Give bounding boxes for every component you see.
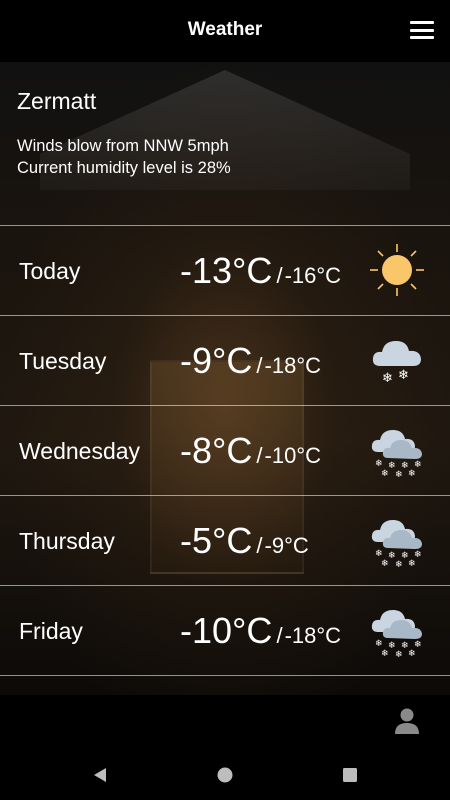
- temp-separator: /: [276, 623, 283, 648]
- forecast-day: Friday: [19, 618, 83, 644]
- forecast-temperature: -9°C / -18°C: [180, 340, 321, 382]
- sun-icon: [370, 244, 424, 296]
- forecast-row-tuesday[interactable]: Tuesday -9°C / -18°C ❄ ❄: [0, 315, 450, 405]
- forecast-row-today[interactable]: Today -13°C / -16°C: [0, 225, 450, 315]
- forecast-low: -9°C: [264, 533, 309, 558]
- svg-text:❄: ❄: [395, 470, 403, 478]
- svg-text:❄: ❄: [398, 368, 409, 383]
- forecast-high: -10°C: [180, 610, 273, 651]
- temp-separator: /: [256, 353, 263, 378]
- forecast-temperature: -8°C / -10°C: [180, 430, 321, 472]
- svg-text:❄: ❄: [381, 559, 389, 568]
- forecast-high: -13°C: [180, 250, 273, 291]
- forecast-row-thursday[interactable]: Thursday -5°C / -9°C ❄ ❄ ❄ ❄ ❄ ❄ ❄: [0, 495, 450, 585]
- forecast-temperature: -10°C / -18°C: [180, 610, 341, 652]
- forecast-day: Tuesday: [19, 348, 107, 374]
- svg-text:❄: ❄: [382, 371, 393, 386]
- forecast-temperature: -13°C / -16°C: [180, 250, 341, 292]
- svg-text:❄: ❄: [395, 560, 403, 568]
- heavy-snow-cloud-icon: ❄ ❄ ❄ ❄ ❄ ❄ ❄: [371, 610, 422, 658]
- svg-text:❄: ❄: [408, 649, 416, 658]
- svg-text:❄: ❄: [408, 559, 416, 568]
- svg-text:❄: ❄: [381, 649, 389, 658]
- forecast-row-wednesday[interactable]: Wednesday -8°C / -10°C ❄ ❄ ❄ ❄ ❄ ❄ ❄: [0, 405, 450, 495]
- humidity-text: Current humidity level is 28%: [17, 159, 231, 177]
- home-circle-icon[interactable]: [215, 765, 235, 785]
- forecast-day: Wednesday: [19, 438, 141, 464]
- forecast-low: -10°C: [264, 443, 322, 468]
- svg-text:❄: ❄: [408, 469, 416, 478]
- forecast-high: -8°C: [180, 430, 253, 471]
- heavy-snow-cloud-icon: ❄ ❄ ❄ ❄ ❄ ❄ ❄: [371, 520, 422, 568]
- heavy-snow-cloud-icon: ❄ ❄ ❄ ❄ ❄ ❄ ❄: [371, 430, 422, 478]
- snow-cloud-icon: ❄ ❄: [372, 341, 421, 386]
- wind-text: Winds blow from NNW 5mph: [17, 137, 229, 155]
- forecast-high: -5°C: [180, 520, 253, 561]
- back-triangle-icon[interactable]: [90, 765, 110, 785]
- temp-separator: /: [256, 443, 263, 468]
- forecast-day: Today: [19, 258, 81, 284]
- bottom-bar: [0, 695, 450, 750]
- svg-text:❄: ❄: [375, 549, 383, 559]
- android-navigation-bar: [0, 750, 450, 800]
- app-header: Weather: [0, 0, 450, 62]
- forecast-temperature: -5°C / -9°C: [180, 520, 309, 562]
- hamburger-menu-icon[interactable]: [410, 21, 434, 39]
- forecast-list: Today -13°C / -16°C Tuesday -9°C / -18°C: [0, 225, 450, 676]
- svg-text:❄: ❄: [375, 639, 383, 649]
- app-title: Weather: [187, 19, 263, 40]
- forecast-row-friday[interactable]: Friday -10°C / -18°C ❄ ❄ ❄ ❄ ❄ ❄ ❄: [0, 585, 450, 676]
- forecast-low: -18°C: [284, 623, 342, 648]
- forecast-day: Thursday: [19, 528, 115, 554]
- forecast-low: -16°C: [284, 263, 342, 288]
- svg-text:❄: ❄: [381, 469, 389, 478]
- temp-separator: /: [256, 533, 263, 558]
- svg-text:❄: ❄: [395, 650, 403, 658]
- recent-apps-square-icon[interactable]: [340, 765, 360, 785]
- forecast-low: -18°C: [264, 353, 322, 378]
- current-conditions: Zermatt Winds blow from NNW 5mph Current…: [17, 88, 231, 179]
- temp-separator: /: [276, 263, 283, 288]
- city-name: Zermatt: [17, 88, 97, 114]
- user-profile-icon[interactable]: [394, 707, 420, 735]
- svg-text:❄: ❄: [375, 459, 383, 469]
- forecast-high: -9°C: [180, 340, 253, 381]
